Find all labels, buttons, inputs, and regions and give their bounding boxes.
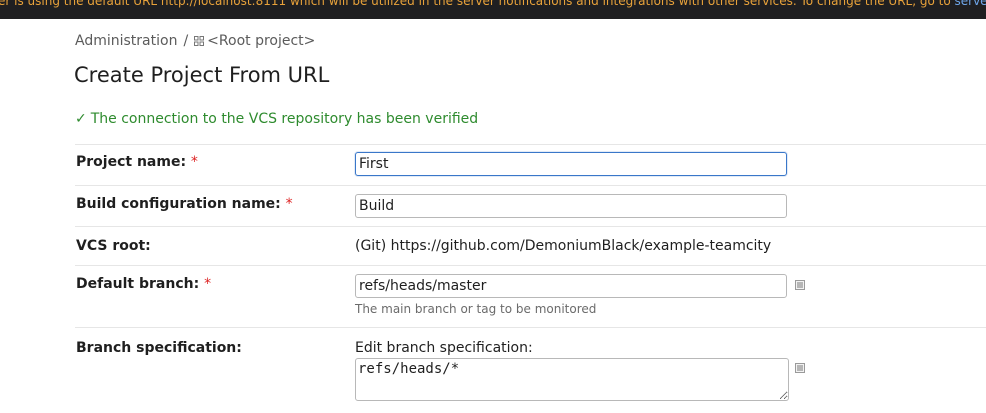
- list-icon[interactable]: [795, 280, 805, 290]
- breadcrumb-root-project[interactable]: <Root project>: [207, 33, 315, 49]
- list-icon[interactable]: [795, 363, 805, 373]
- build-config-name-label: Build configuration name: *: [76, 196, 293, 212]
- default-branch-input[interactable]: [355, 274, 787, 298]
- breadcrumb-administration[interactable]: Administration: [75, 33, 177, 49]
- row-divider: [75, 144, 986, 145]
- build-config-name-input[interactable]: [355, 194, 787, 218]
- breadcrumb: Administration / <Root project>: [75, 33, 315, 49]
- banner-text: er is using the default URL http://local…: [0, 0, 986, 7]
- row-divider: [75, 185, 986, 186]
- project-icon: [194, 36, 205, 46]
- vcs-root-label: VCS root:: [76, 238, 151, 254]
- required-asterisk: *: [285, 196, 293, 212]
- project-name-label: Project name: *: [76, 154, 198, 170]
- row-divider: [75, 226, 986, 227]
- project-name-input[interactable]: [355, 152, 787, 176]
- row-divider: [75, 265, 986, 266]
- branch-spec-label: Branch specification:: [76, 340, 242, 356]
- server-settings-link[interactable]: server settings.: [955, 0, 986, 8]
- page-title: Create Project From URL: [74, 63, 330, 87]
- branch-spec-textarea[interactable]: refs/heads/*: [355, 358, 789, 401]
- default-branch-hint: The main branch or tag to be monitored: [355, 302, 597, 316]
- edit-branch-spec-label: Edit branch specification:: [355, 340, 533, 356]
- row-divider: [75, 327, 986, 328]
- required-asterisk: *: [204, 276, 212, 292]
- default-branch-label: Default branch: *: [76, 276, 212, 292]
- vcs-verified-message: ✓ The connection to the VCS repository ha…: [75, 111, 478, 127]
- server-url-banner: er is using the default URL http://local…: [0, 0, 986, 19]
- check-icon: ✓: [75, 111, 87, 127]
- vcs-verified-text: The connection to the VCS repository has…: [90, 111, 479, 127]
- required-asterisk: *: [190, 154, 198, 170]
- vcs-root-value: (Git) https://github.com/DemoniumBlack/e…: [355, 238, 772, 254]
- breadcrumb-separator: /: [183, 33, 189, 49]
